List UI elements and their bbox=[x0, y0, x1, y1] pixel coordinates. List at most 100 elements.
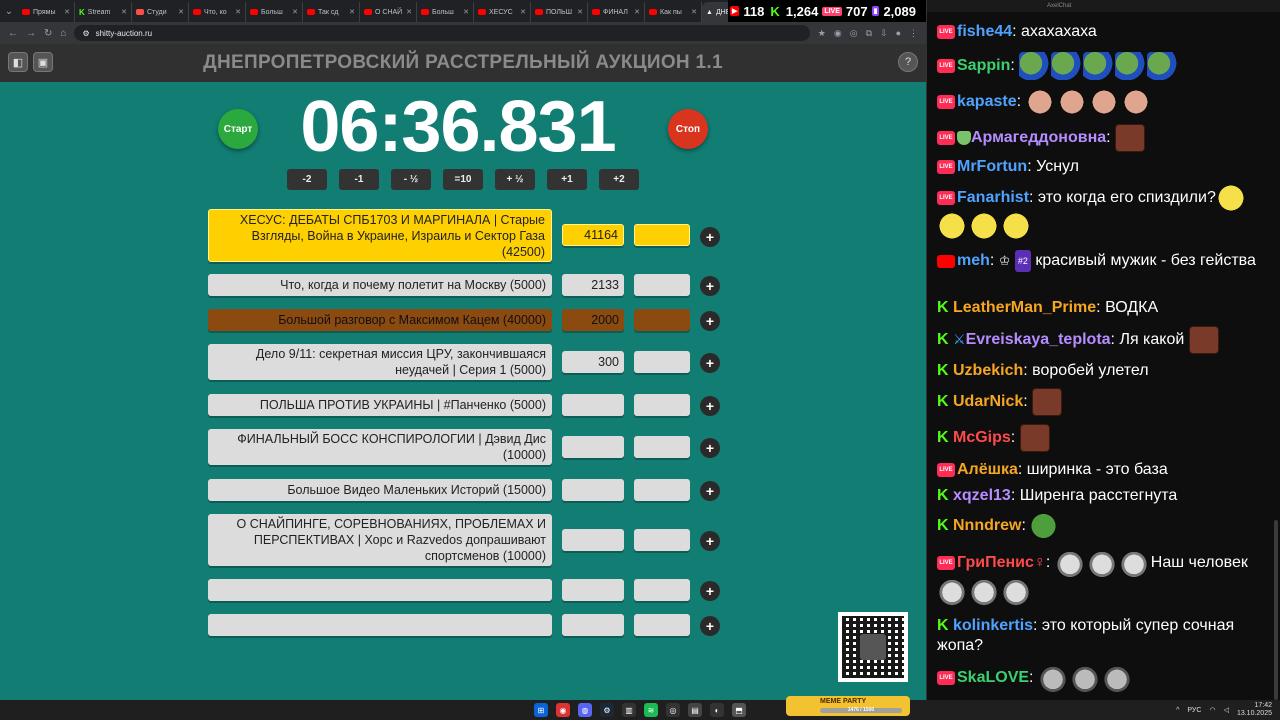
browser-tab[interactable]: Студи ✕ bbox=[132, 2, 189, 22]
tab-search-icon[interactable]: ⌄ bbox=[0, 0, 18, 22]
volume-icon[interactable]: ◁ bbox=[1224, 706, 1229, 714]
app-icon[interactable]: ◐ bbox=[710, 703, 724, 717]
lot-sum-field[interactable] bbox=[562, 394, 624, 416]
help-icon[interactable]: ? bbox=[898, 52, 918, 72]
lot-name-field[interactable]: ФИНАЛЬНЫЙ БОСС КОНСПИРОЛОГИИ | Дэвид Дис… bbox=[208, 429, 552, 465]
lot-sum-field[interactable] bbox=[562, 614, 624, 636]
timer-plus-2-button[interactable]: +2 bbox=[599, 169, 639, 190]
lot-add-input[interactable] bbox=[634, 274, 690, 296]
timer-minus-2-button[interactable]: -2 bbox=[287, 169, 327, 190]
app-icon[interactable]: ▤ bbox=[688, 703, 702, 717]
browser-tab[interactable]: Что, ко ✕ bbox=[189, 2, 246, 22]
timer-plus-half-button[interactable]: + ½ bbox=[495, 169, 535, 190]
spotify-icon[interactable]: ≋ bbox=[644, 703, 658, 717]
browser-tab[interactable]: Больш ✕ bbox=[246, 2, 303, 22]
app-icon[interactable]: ▥ bbox=[622, 703, 636, 717]
close-icon[interactable]: ✕ bbox=[406, 8, 412, 16]
close-icon[interactable]: ✕ bbox=[121, 8, 127, 16]
lot-name-field[interactable]: О СНАЙПИНГЕ, СОРЕВНОВАНИЯХ, ПРОБЛЕМАХ И … bbox=[208, 514, 552, 566]
lot-add-input[interactable] bbox=[634, 529, 690, 551]
bookmark-star-icon[interactable]: ★ bbox=[818, 28, 826, 39]
add-amount-button[interactable]: + bbox=[700, 311, 720, 331]
download-icon[interactable]: ⇩ bbox=[880, 28, 888, 39]
add-amount-button[interactable]: + bbox=[700, 276, 720, 296]
lot-name-field[interactable] bbox=[208, 579, 552, 601]
close-icon[interactable]: ✕ bbox=[349, 8, 355, 16]
lot-sum-field[interactable] bbox=[562, 529, 624, 551]
close-icon[interactable]: ✕ bbox=[634, 8, 640, 16]
url-field[interactable]: ⚙ shitty-auction.ru bbox=[74, 25, 810, 41]
lot-sum-field[interactable]: 2000 bbox=[562, 309, 624, 331]
back-icon[interactable]: ← bbox=[8, 28, 18, 39]
lot-add-input[interactable] bbox=[634, 614, 690, 636]
app-icon[interactable]: ⬒ bbox=[732, 703, 746, 717]
add-amount-button[interactable]: + bbox=[700, 581, 720, 601]
browser-tab[interactable]: Так сд ✕ bbox=[303, 2, 360, 22]
network-icon[interactable]: ◠ bbox=[1209, 706, 1215, 714]
add-amount-button[interactable]: + bbox=[700, 396, 720, 416]
browser-tab[interactable]: ХЕСУС ✕ bbox=[474, 2, 531, 22]
site-info-icon[interactable]: ⚙ bbox=[82, 29, 89, 38]
obs-icon[interactable]: ◎ bbox=[666, 703, 680, 717]
close-icon[interactable]: ✕ bbox=[178, 8, 184, 16]
start-button[interactable]: Старт bbox=[218, 109, 258, 149]
lot-sum-field[interactable]: 300 bbox=[562, 351, 624, 373]
close-icon[interactable]: ✕ bbox=[235, 8, 241, 16]
lot-name-field[interactable]: Большое Видео Маленьких Историй (15000) bbox=[208, 479, 552, 501]
add-amount-button[interactable]: + bbox=[700, 353, 720, 373]
close-icon[interactable]: ✕ bbox=[691, 8, 697, 16]
windows-start-icon[interactable]: ⊞ bbox=[534, 703, 548, 717]
menu-icon[interactable]: ⋮ bbox=[909, 28, 918, 39]
reload-icon[interactable]: ↻ bbox=[44, 28, 52, 39]
lot-name-field[interactable] bbox=[208, 614, 552, 636]
close-icon[interactable]: ✕ bbox=[292, 8, 298, 16]
lot-add-input[interactable] bbox=[634, 224, 690, 246]
lot-name-field[interactable]: ХЕСУС: ДЕБАТЫ СПБ1703 И МАРГИНАЛА | Стар… bbox=[208, 209, 552, 262]
extension-icon[interactable]: ◉ bbox=[834, 28, 842, 39]
stop-button[interactable]: Стоп bbox=[668, 109, 708, 149]
close-icon[interactable]: ✕ bbox=[64, 8, 70, 16]
browser-tab[interactable]: Прямы ✕ bbox=[18, 2, 75, 22]
extensions-puzzle-icon[interactable]: ⧉ bbox=[866, 28, 872, 39]
lot-sum-field[interactable] bbox=[562, 579, 624, 601]
lot-sum-field[interactable]: 41164 bbox=[562, 224, 624, 246]
close-icon[interactable]: ✕ bbox=[463, 8, 469, 16]
extension-icon[interactable]: ◎ bbox=[850, 28, 858, 39]
timer-minus-1-button[interactable]: -1 bbox=[339, 169, 379, 190]
lot-add-input[interactable] bbox=[634, 579, 690, 601]
lot-name-field[interactable]: Что, когда и почему полетит на Москву (5… bbox=[208, 274, 552, 296]
lot-add-input[interactable] bbox=[634, 479, 690, 501]
add-amount-button[interactable]: + bbox=[700, 481, 720, 501]
lot-name-field[interactable]: Дело 9/11: секретная миссия ЦРУ, закончи… bbox=[208, 344, 552, 380]
forward-icon[interactable]: → bbox=[26, 28, 36, 39]
add-amount-button[interactable]: + bbox=[700, 438, 720, 458]
browser-tab[interactable]: ФИНАЛ ✕ bbox=[588, 2, 645, 22]
steam-icon[interactable]: ⚙ bbox=[600, 703, 614, 717]
lot-sum-field[interactable] bbox=[562, 436, 624, 458]
lot-add-input[interactable] bbox=[634, 351, 690, 373]
browser-tab[interactable]: K Stream ✕ bbox=[75, 2, 132, 22]
lot-add-input[interactable] bbox=[634, 394, 690, 416]
tray-chevron-icon[interactable]: ^ bbox=[1176, 707, 1179, 714]
discord-icon[interactable]: ◍ bbox=[578, 703, 592, 717]
close-icon[interactable]: ✕ bbox=[577, 8, 583, 16]
profile-icon[interactable]: ● bbox=[896, 28, 901, 38]
add-amount-button[interactable]: + bbox=[700, 531, 720, 551]
timer-plus-1-button[interactable]: +1 bbox=[547, 169, 587, 190]
close-icon[interactable]: ✕ bbox=[520, 8, 526, 16]
lot-name-field[interactable]: ПОЛЬША ПРОТИВ УКРАИНЫ | #Панченко (5000) bbox=[208, 394, 552, 416]
timer-set-10-button[interactable]: =10 bbox=[443, 169, 483, 190]
browser-tab[interactable]: О СНАЙ ✕ bbox=[360, 2, 417, 22]
home-icon[interactable]: ⌂ bbox=[60, 28, 66, 39]
add-amount-button[interactable]: + bbox=[700, 227, 720, 247]
clock[interactable]: 17:42 13.10.2025 bbox=[1237, 702, 1272, 718]
browser-tab[interactable]: ПОЛЬШ ✕ bbox=[531, 2, 588, 22]
language-indicator[interactable]: РУС bbox=[1187, 707, 1201, 714]
lot-add-input[interactable] bbox=[634, 436, 690, 458]
chat-scrollbar[interactable] bbox=[1274, 520, 1278, 700]
add-amount-button[interactable]: + bbox=[700, 616, 720, 636]
chrome-icon[interactable]: ◉ bbox=[556, 703, 570, 717]
lot-sum-field[interactable] bbox=[562, 479, 624, 501]
timer-minus-half-button[interactable]: - ½ bbox=[391, 169, 431, 190]
lot-sum-field[interactable]: 2133 bbox=[562, 274, 624, 296]
